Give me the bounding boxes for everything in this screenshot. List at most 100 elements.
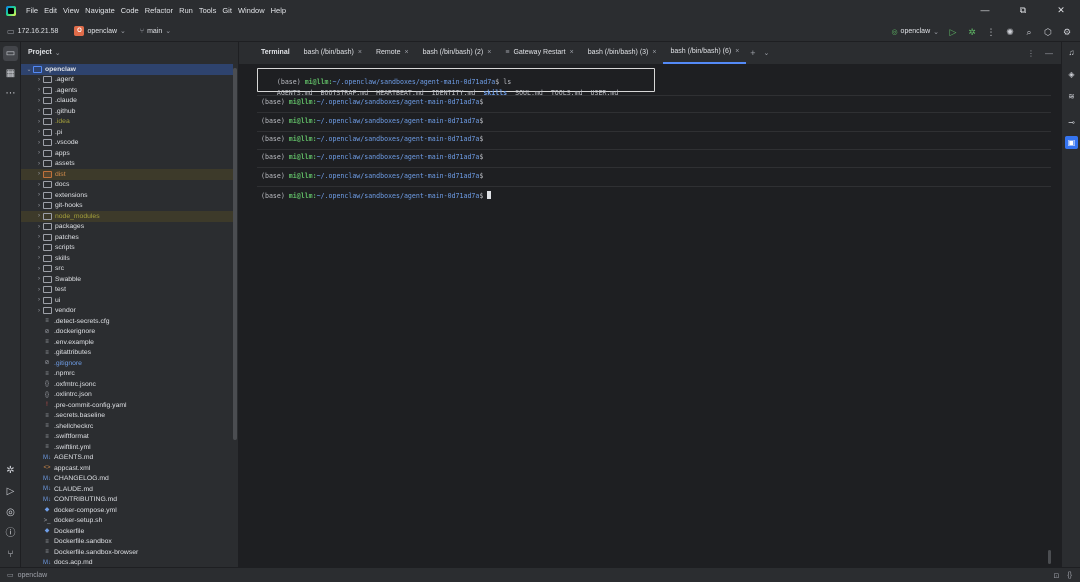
tree-file-row[interactable]: ≡ Dockerfile.sandbox-browser	[21, 547, 233, 558]
chevron-down-icon[interactable]: ⌄	[25, 66, 33, 73]
problems-tool-icon[interactable]: ◎	[3, 505, 18, 520]
chevron-right-icon[interactable]: ›	[35, 276, 43, 282]
chevron-right-icon[interactable]: ›	[35, 87, 43, 93]
tree-folder-row[interactable]: › docs	[21, 180, 233, 191]
maximize-icon[interactable]: ⧉	[1004, 0, 1042, 21]
menu-item-view[interactable]: View	[63, 6, 79, 15]
chevron-right-icon[interactable]: ›	[35, 108, 43, 114]
chevron-right-icon[interactable]: ›	[35, 182, 43, 188]
close-tab-icon[interactable]: ×	[570, 42, 574, 64]
tree-file-row[interactable]: <> appcast.xml	[21, 463, 233, 474]
tree-folder-row[interactable]: › .agents	[21, 85, 233, 96]
terminal-tab[interactable]: Remote ×	[369, 42, 416, 64]
menu-item-refactor[interactable]: Refactor	[145, 6, 173, 15]
project-panel-header[interactable]: Project ⌄	[21, 42, 238, 63]
tree-file-row[interactable]: ≡ .secrets.baseline	[21, 411, 233, 422]
tree-file-row[interactable]: >_ docker-setup.sh	[21, 516, 233, 527]
terminal-output[interactable]: (base) mi@llm:~/.openclaw/sandboxes/agen…	[253, 64, 1056, 567]
tree-folder-row[interactable]: › apps	[21, 148, 233, 159]
more-tools-icon[interactable]: ⋯	[3, 86, 18, 101]
tree-folder-row[interactable]: › .github	[21, 106, 233, 117]
tree-file-row[interactable]: M↓ CONTRIBUTING.md	[21, 495, 233, 506]
search-icon[interactable]: ⌕	[1024, 27, 1034, 37]
tree-folder-row[interactable]: › .vscode	[21, 138, 233, 149]
ai-assistant-icon[interactable]: ✺	[1005, 27, 1015, 37]
chevron-right-icon[interactable]: ›	[35, 224, 43, 230]
tree-folder-row[interactable]: › src	[21, 264, 233, 275]
tree-folder-row[interactable]: › patches	[21, 232, 233, 243]
branch-selector[interactable]: ⑂ main ⌄	[140, 27, 171, 36]
debug-icon[interactable]: ✲	[967, 27, 977, 37]
close-tab-icon[interactable]: ×	[487, 42, 491, 64]
chevron-right-icon[interactable]: ›	[35, 245, 43, 251]
tree-file-row[interactable]: ◆ docker-compose.yml	[21, 505, 233, 516]
tree-folder-row[interactable]: › node_modules	[21, 211, 233, 222]
terminal-tab[interactable]: ≡ Gateway Restart ×	[498, 42, 580, 64]
chevron-right-icon[interactable]: ›	[35, 77, 43, 83]
chevron-right-icon[interactable]: ›	[35, 308, 43, 314]
chevron-right-icon[interactable]: ›	[35, 203, 43, 209]
tree-file-row[interactable]: ≡ .swiftlint.yml	[21, 442, 233, 453]
commit-icon[interactable]: ⊸	[1065, 116, 1078, 129]
chevron-right-icon[interactable]: ›	[35, 234, 43, 240]
structure-tool-icon[interactable]: ▦	[3, 66, 18, 81]
tree-file-row[interactable]: ≡ .detect-secrets.cfg	[21, 316, 233, 327]
chevron-right-icon[interactable]: ›	[35, 213, 43, 219]
project-tool-icon[interactable]: ▭	[3, 46, 18, 61]
more-options-icon[interactable]: ⋮	[1027, 49, 1035, 58]
project-scrollbar[interactable]	[233, 68, 237, 440]
json-schema-icon[interactable]: {}	[1067, 572, 1072, 579]
menu-item-help[interactable]: Help	[271, 6, 286, 15]
tree-folder-row[interactable]: › .agent	[21, 75, 233, 86]
tree-file-row[interactable]: M↓ docs.acp.md	[21, 558, 233, 568]
close-tab-icon[interactable]: ×	[404, 42, 408, 64]
project-selector[interactable]: O openclaw ⌄	[74, 26, 126, 36]
tree-folder-row[interactable]: › git-hooks	[21, 201, 233, 212]
chevron-right-icon[interactable]: ›	[35, 287, 43, 293]
tree-file-row[interactable]: ≡ .gitattributes	[21, 348, 233, 359]
close-tab-icon[interactable]: ×	[735, 41, 739, 63]
tree-file-row[interactable]: ≡ .npmrc	[21, 369, 233, 380]
readonly-lock-icon[interactable]: ⊡	[1053, 572, 1059, 580]
ai-chat-icon[interactable]: ◈	[1065, 68, 1078, 81]
tree-folder-row[interactable]: › .pi	[21, 127, 233, 138]
menu-item-window[interactable]: Window	[238, 6, 265, 15]
services-tool-icon[interactable]: ✲	[3, 463, 18, 478]
chevron-right-icon[interactable]: ›	[35, 98, 43, 104]
tree-folder-row[interactable]: › skills	[21, 253, 233, 264]
settings-icon[interactable]: ⚙	[1062, 27, 1072, 37]
tree-folder-row[interactable]: › assets	[21, 159, 233, 170]
more-actions-icon[interactable]: ⋮	[986, 27, 996, 37]
chevron-right-icon[interactable]: ›	[35, 297, 43, 303]
menu-item-git[interactable]: Git	[222, 6, 232, 15]
terminal-scrollbar[interactable]	[1048, 550, 1051, 564]
tree-file-row[interactable]: {} .oxlintrc.json	[21, 390, 233, 401]
plugins-icon[interactable]: ⬡	[1043, 27, 1053, 37]
hide-panel-icon[interactable]: —	[1045, 49, 1053, 58]
tree-file-row[interactable]: ! .pre-commit-config.yaml	[21, 400, 233, 411]
run-config-selector[interactable]: ◎ openclaw ⌄	[891, 28, 939, 36]
chevron-right-icon[interactable]: ›	[35, 150, 43, 156]
database-icon[interactable]: ≋	[1065, 90, 1078, 103]
tree-folder-row[interactable]: ⌄ openclaw	[21, 64, 233, 75]
terminal-tab[interactable]: bash (/bin/bash) (6) ×	[663, 41, 747, 64]
run-tool-icon[interactable]: ▷	[3, 484, 18, 499]
tree-file-row[interactable]: ⊘ .gitignore	[21, 358, 233, 369]
tree-folder-row[interactable]: › vendor	[21, 306, 233, 317]
close-tab-icon[interactable]: ×	[652, 42, 656, 64]
tree-file-row[interactable]: M↓ CLAUDE.md	[21, 484, 233, 495]
chevron-right-icon[interactable]: ›	[35, 192, 43, 198]
tree-file-row[interactable]: {} .oxfmtrc.jsonc	[21, 379, 233, 390]
tree-folder-row[interactable]: › dist	[21, 169, 233, 180]
minimize-icon[interactable]: —	[966, 0, 1004, 21]
git-tool-icon[interactable]: ⑂	[3, 547, 18, 562]
tree-folder-row[interactable]: › ui	[21, 295, 233, 306]
tree-file-row[interactable]: ≡ .swiftformat	[21, 432, 233, 443]
chevron-right-icon[interactable]: ›	[35, 255, 43, 261]
chevron-right-icon[interactable]: ›	[35, 161, 43, 167]
tree-folder-row[interactable]: › scripts	[21, 243, 233, 254]
tree-file-row[interactable]: M↓ CHANGELOG.md	[21, 474, 233, 485]
tree-folder-row[interactable]: › .idea	[21, 117, 233, 128]
tree-file-row[interactable]: ⊘ .dockerignore	[21, 327, 233, 338]
tree-folder-row[interactable]: › packages	[21, 222, 233, 233]
